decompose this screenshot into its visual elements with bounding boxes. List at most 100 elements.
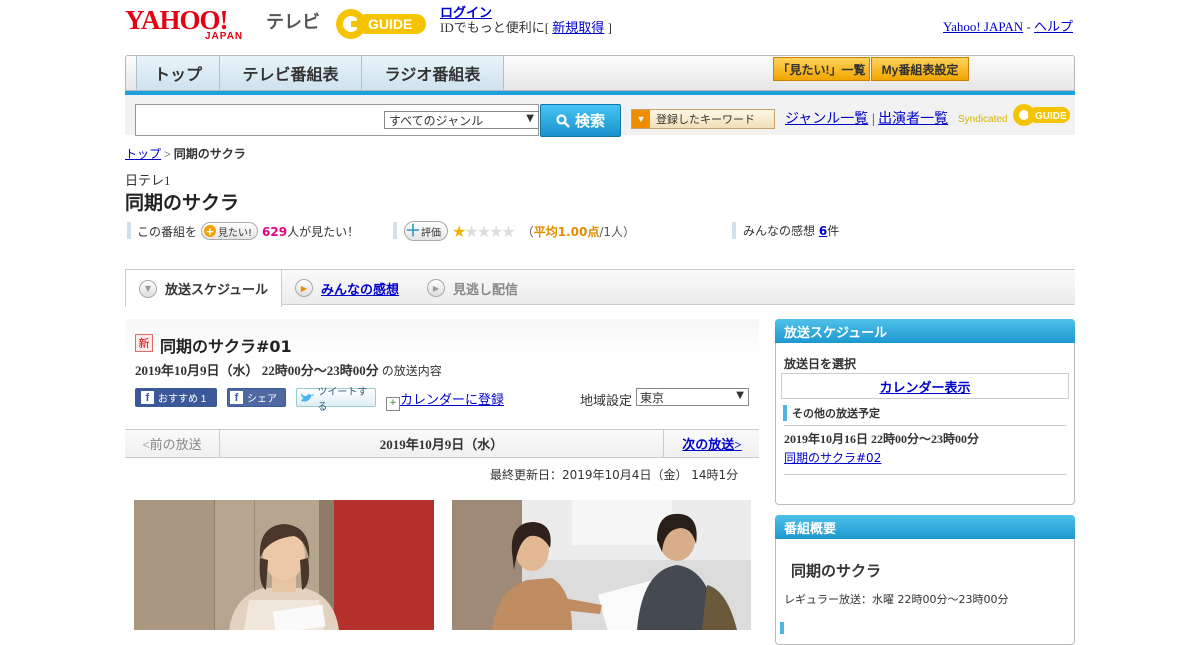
want-prefix: この番組を (137, 224, 198, 239)
gguide-text: GUIDE (368, 16, 412, 32)
schedule-sidebar-heading: 放送スケジュール (775, 319, 1075, 343)
review-row: みんなの感想 6件 (743, 222, 839, 239)
facebook-recommend-label: おすすめ 1 (158, 394, 207, 405)
facebook-icon: f (230, 391, 243, 404)
registered-keyword-label: 登録したキーワード (656, 114, 755, 126)
tab-schedule-label: 放送スケジュール (164, 283, 269, 298)
channel-name: 日テレ1 (125, 173, 171, 188)
rating-row: ＋評価 ★★★★★ （平均1.00点/1人） (404, 221, 635, 241)
syndicated-gguide-logo: Syndicated GUIDE (958, 102, 1070, 128)
divider-bar (393, 222, 397, 239)
registered-keyword-button[interactable]: ▼ 登録したキーワード (631, 109, 775, 129)
star-empty-icon: ★ (501, 221, 515, 241)
add-calendar-link[interactable]: + カレンダーに登録 (386, 389, 504, 411)
episode-photo (452, 500, 751, 630)
region-label: 地域設定 (580, 394, 633, 409)
add-calendar-label: カレンダーに登録 (400, 393, 505, 408)
next-episode-link[interactable]: 次の放送> (682, 434, 741, 453)
other-schedule-label: その他の放送予定 (783, 405, 880, 421)
other-episode-link[interactable]: 同期のサクラ#02 (784, 451, 881, 465)
want-row: この番組を + 見たい! 629人が見たい！ (137, 222, 359, 240)
episode-title: 同期のサクラ#01 (160, 337, 292, 356)
plus-icon: + (204, 224, 217, 238)
genre-list-link[interactable]: ジャンル一覧 (785, 112, 868, 127)
tab-streaming[interactable]: ▶ 見逃し配信 (427, 270, 518, 306)
want-suffix: 人が見たい！ (287, 224, 360, 239)
review-count-link[interactable]: 6 (819, 224, 827, 238)
search-button-label: 検索 (574, 113, 605, 130)
gguide-logo[interactable]: GUIDE (334, 7, 432, 41)
page-title: 同期のサクラ (125, 192, 240, 214)
signup-link[interactable]: 新規取得 (552, 20, 604, 35)
calendar-view-box[interactable]: カレンダー表示 (781, 373, 1069, 399)
yahoo-japan-link[interactable]: Yahoo! JAPAN (943, 19, 1023, 34)
breadcrumb: トップ > 同期のサクラ (125, 145, 246, 162)
rate-button[interactable]: ＋評価 (404, 221, 448, 241)
want-button[interactable]: + 見たい! (201, 222, 259, 240)
breadcrumb-top[interactable]: トップ (125, 147, 161, 161)
rating-average: 平均1.00点 (533, 224, 600, 239)
prev-episode-button[interactable]: <前の放送 (125, 430, 220, 457)
plus-icon: ＋ (405, 221, 422, 240)
play-icon: ▶ (295, 279, 313, 297)
want-button-label: 見たい! (218, 227, 253, 239)
facebook-share-label: シェア (247, 394, 277, 405)
tab-tv-schedule[interactable]: テレビ番組表 (220, 56, 362, 90)
main-nav: トップ テレビ番組表 ラジオ番組表 「見たい!」一覧 My番組表設定 (125, 55, 1075, 91)
divider-bar (127, 222, 131, 239)
dropdown-arrow-icon: ▼ (526, 113, 534, 124)
facebook-recommend-button[interactable]: f おすすめ 1 (135, 388, 217, 407)
new-badge: 新 (135, 334, 153, 352)
genre-value: すべてのジャンル (389, 113, 484, 128)
genre-select[interactable]: すべてのジャンル ▼ (384, 111, 539, 129)
tab-broadcast-schedule[interactable]: ▼ 放送スケジュール (125, 269, 282, 307)
facebook-icon: f (141, 391, 154, 404)
current-episode-date: 2019年10月9日（水） (379, 437, 504, 452)
dropdown-arrow-icon: ▼ (736, 390, 744, 401)
divider-bar (780, 622, 784, 634)
login-link[interactable]: ログイン (440, 5, 492, 20)
episode-pagination: <前の放送 2019年10月9日（水） 次の放送> (125, 429, 759, 458)
episode-time-value: 2019年10月9日（水） 22時00分～23時00分 (135, 363, 379, 378)
tab-top[interactable]: トップ (136, 56, 220, 90)
tweet-label: ツイートする (317, 386, 368, 413)
tab-streaming-label: 見逃し配信 (453, 282, 519, 298)
header-link-sep: - (1023, 19, 1035, 34)
tweet-button[interactable]: ツイートする (296, 387, 376, 413)
tab-reviews[interactable]: ▶ みんなの感想 (295, 270, 399, 306)
search-links: ジャンル一覧 | 出演者一覧 (785, 108, 948, 128)
calendar-view-link: カレンダー表示 (879, 380, 971, 396)
select-date-label: 放送日を選択 (784, 357, 857, 371)
facebook-share-button[interactable]: f シェア (227, 388, 286, 407)
episode-time: 2019年10月9日（水） 22時00分～23時00分 の放送内容 (135, 360, 442, 379)
service-name[interactable]: テレビ (266, 8, 320, 34)
breadcrumb-sep: > (161, 147, 174, 161)
performer-list-link[interactable]: 出演者一覧 (878, 112, 948, 127)
help-link[interactable]: ヘルプ (1034, 19, 1073, 34)
other-schedule-date: 2019年10月16日 22時00分～23時00分 (784, 432, 980, 446)
review-prefix: みんなの感想 (743, 224, 819, 238)
want-list-button[interactable]: 「見たい!」一覧 (773, 57, 870, 81)
header-links: Yahoo! JAPAN - ヘルプ (943, 16, 1073, 35)
triangle-down-icon: ▼ (632, 110, 650, 128)
search-links-divider: | (871, 112, 875, 127)
region-select[interactable]: 東京 ▼ (636, 388, 749, 406)
login-note-prefix: IDでもっと便利に[ (440, 20, 553, 35)
login-note-suffix: ] (604, 20, 612, 35)
syndicated-text: Syndicated (958, 114, 1007, 125)
breadcrumb-current: 同期のサクラ (173, 147, 246, 161)
calendar-add-icon: + (386, 397, 400, 411)
rating-count: /1人） (599, 224, 636, 239)
search-button[interactable]: 検索 (540, 104, 621, 137)
chevron-down-icon: ▼ (138, 279, 157, 298)
overview-sidebar-heading: 番組概要 (775, 515, 1075, 539)
review-suffix: 件 (827, 224, 840, 238)
overview-title: 同期のサクラ (791, 562, 882, 580)
want-count: 629 (262, 224, 288, 239)
region-value: 東京 (640, 390, 665, 405)
tab-radio-schedule[interactable]: ラジオ番組表 (362, 56, 504, 90)
star-filled-icon: ★ (452, 221, 466, 241)
yahoo-japan-logo[interactable]: YAHOO! JAPAN (125, 6, 263, 42)
my-schedule-button[interactable]: My番組表設定 (871, 57, 969, 81)
star-empty-icon: ★ (489, 221, 503, 241)
